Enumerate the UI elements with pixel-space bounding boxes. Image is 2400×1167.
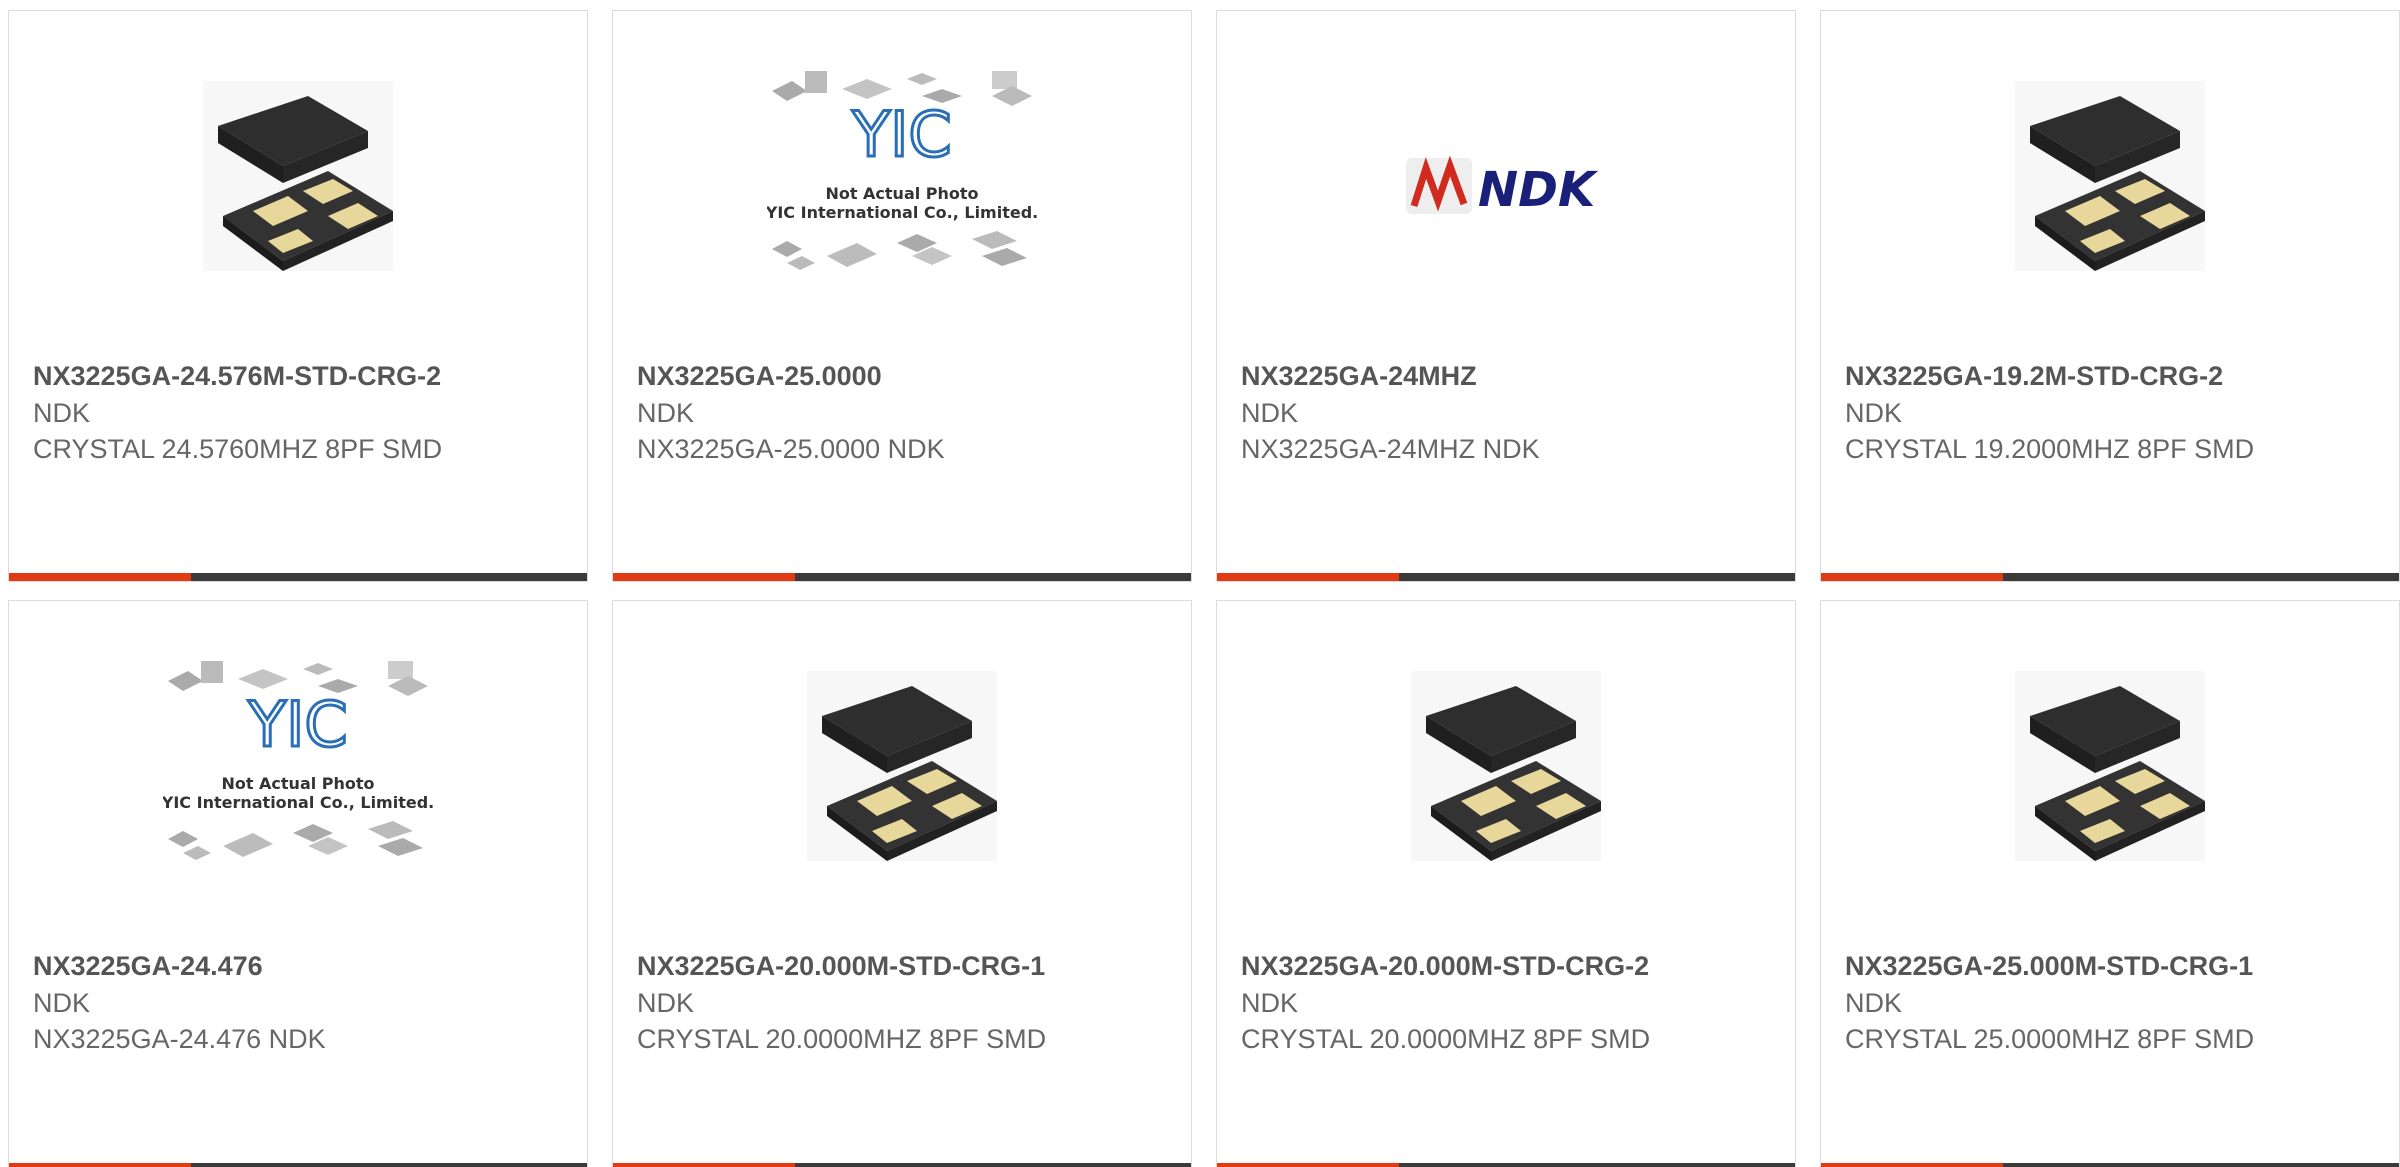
product-card[interactable]: YIC Not Actual Photo YIC International C… <box>8 600 588 1167</box>
description: NX3225GA-24MHZ NDK <box>1241 434 1540 464</box>
product-card[interactable]: NX3225GA-24.576M-STD-CRG-2 NDK CRYSTAL 2… <box>8 10 588 582</box>
svg-text:YIC: YIC <box>247 688 347 761</box>
manufacturer: NDK <box>637 398 695 428</box>
product-image[interactable] <box>1821 661 2399 936</box>
product-card[interactable]: NX3225GA-25.000M-STD-CRG-1 NDK CRYSTAL 2… <box>1820 600 2400 1167</box>
card-footer-bar <box>1821 573 2399 581</box>
svg-text:Not Actual Photo: Not Actual Photo <box>825 184 978 203</box>
description: CRYSTAL 20.0000MHZ 8PF SMD <box>637 1024 1047 1054</box>
crystal-component-icon <box>1411 671 1601 861</box>
svg-text:YIC International Co., Limited: YIC International Co., Limited. <box>767 203 1037 222</box>
crystal-component-icon <box>2015 671 2205 861</box>
svg-text:Not Actual Photo: Not Actual Photo <box>221 774 374 793</box>
product-image[interactable] <box>1217 661 1795 936</box>
product-grid: NX3225GA-24.576M-STD-CRG-2 NDK CRYSTAL 2… <box>0 0 2400 1167</box>
manufacturer: NDK <box>1241 988 1299 1018</box>
manufacturer: NDK <box>637 988 695 1018</box>
card-footer-bar <box>1217 1163 1795 1167</box>
svg-text:YIC: YIC <box>851 98 951 171</box>
yic-placeholder-icon: YIC Not Actual Photo YIC International C… <box>163 661 433 860</box>
product-image[interactable]: YIC Not Actual Photo YIC International C… <box>613 71 1191 346</box>
crystal-component-icon <box>2015 81 2205 271</box>
product-card[interactable]: NX3225GA-20.000M-STD-CRG-1 NDK CRYSTAL 2… <box>612 600 1192 1167</box>
svg-text:NDK: NDK <box>1478 162 1599 216</box>
part-number-link[interactable]: NX3225GA-19.2M-STD-CRG-2 <box>1845 358 2383 395</box>
part-number-link[interactable]: NX3225GA-24.576M-STD-CRG-2 <box>33 358 571 395</box>
crystal-component-icon <box>203 81 393 271</box>
product-card[interactable]: NDK NX3225GA-24MHZ NDK NX3225GA-24MHZ ND… <box>1216 10 1796 582</box>
description: NX3225GA-24.476 NDK <box>33 1024 326 1054</box>
description: CRYSTAL 20.0000MHZ 8PF SMD <box>1241 1024 1651 1054</box>
product-image[interactable] <box>9 71 587 346</box>
manufacturer: NDK <box>1241 398 1299 428</box>
part-number-link[interactable]: NX3225GA-24.476 <box>33 948 571 985</box>
product-card[interactable]: NX3225GA-19.2M-STD-CRG-2 NDK CRYSTAL 19.… <box>1820 10 2400 582</box>
part-number-link[interactable]: NX3225GA-20.000M-STD-CRG-2 <box>1241 948 1779 985</box>
description: CRYSTAL 25.0000MHZ 8PF SMD <box>1845 1024 2255 1054</box>
product-image[interactable]: YIC Not Actual Photo YIC International C… <box>9 661 587 936</box>
card-footer-bar <box>1217 573 1795 581</box>
product-card[interactable]: YIC Not Actual Photo YIC International C… <box>612 10 1192 582</box>
card-footer-bar <box>1821 1163 2399 1167</box>
description: CRYSTAL 24.5760MHZ 8PF SMD <box>33 434 443 464</box>
crystal-component-icon <box>807 671 997 861</box>
part-number-link[interactable]: NX3225GA-24MHZ <box>1241 358 1779 395</box>
card-footer-bar <box>9 1163 587 1167</box>
card-footer-bar <box>613 573 1191 581</box>
part-number-link[interactable]: NX3225GA-20.000M-STD-CRG-1 <box>637 948 1175 985</box>
manufacturer: NDK <box>1845 398 1903 428</box>
product-image[interactable]: NDK <box>1217 71 1795 346</box>
card-footer-bar <box>9 573 587 581</box>
manufacturer: NDK <box>1845 988 1903 1018</box>
product-image[interactable] <box>1821 71 2399 346</box>
svg-text:YIC International Co., Limited: YIC International Co., Limited. <box>163 793 433 812</box>
part-number-link[interactable]: NX3225GA-25.0000 <box>637 358 1175 395</box>
product-image[interactable] <box>613 661 1191 936</box>
manufacturer: NDK <box>33 988 91 1018</box>
product-card[interactable]: NX3225GA-20.000M-STD-CRG-2 NDK CRYSTAL 2… <box>1216 600 1796 1167</box>
description: CRYSTAL 19.2000MHZ 8PF SMD <box>1845 434 2255 464</box>
card-footer-bar <box>613 1163 1191 1167</box>
yic-placeholder-icon: YIC Not Actual Photo YIC International C… <box>767 71 1037 270</box>
ndk-logo-icon: NDK <box>1406 156 1599 216</box>
description: NX3225GA-25.0000 NDK <box>637 434 945 464</box>
manufacturer: NDK <box>33 398 91 428</box>
part-number-link[interactable]: NX3225GA-25.000M-STD-CRG-1 <box>1845 948 2383 985</box>
